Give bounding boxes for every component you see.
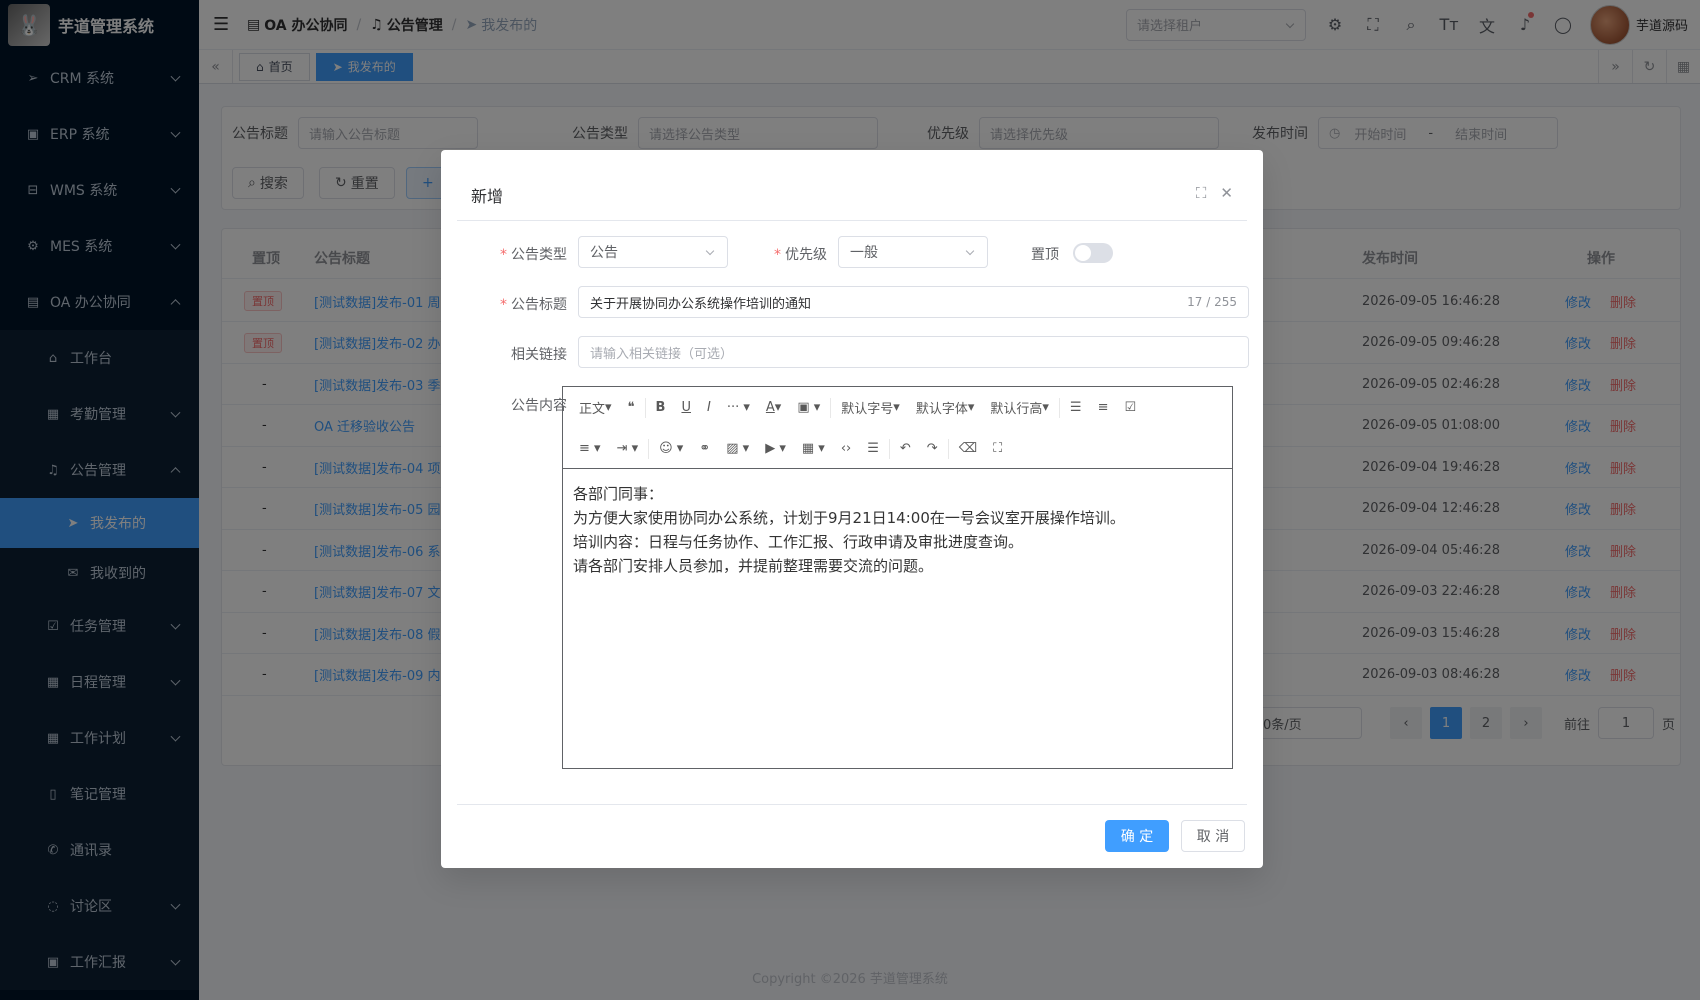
type-label: * 公告类型 (500, 247, 567, 263)
content-line: 为方便大家使用协同办公系统，计划于9月21日14:00在一号会议室开展操作培训。 (573, 509, 1125, 527)
toolbar-divider (888, 438, 890, 459)
emoji-icon[interactable]: ☺ ▾ (651, 441, 691, 456)
pin-switch[interactable] (1073, 243, 1113, 263)
font-color-icon[interactable]: A ▾ (758, 400, 789, 415)
italic-icon[interactable]: I (699, 400, 719, 415)
title-count: 17 / 255 (1187, 295, 1237, 309)
toolbar-row-2: ≡ ▾ ⇥ ▾ ☺ ▾ ⚭ ▨ ▾ ▶ ▾ ▦ ▾ ‹› ☰ ↶ ↷ ⌫ ⛶ (571, 428, 1224, 469)
content-line: 培训内容：日程与任务协作、工作汇报、行政申请及审批进度查询。 (573, 533, 1024, 551)
align-icon[interactable]: ≡ ▾ (571, 441, 609, 456)
toolbar-divider (644, 397, 646, 418)
dialog-title: 新增 (471, 187, 504, 206)
fullscreen-icon[interactable]: ⛶ (985, 441, 1010, 456)
chevron-down-icon (705, 246, 715, 256)
bullet-list-icon[interactable]: ☰ (1062, 400, 1090, 415)
background-color-icon[interactable]: ▣ ▾ (789, 400, 828, 415)
font-size-value: 默认字号 (841, 402, 894, 417)
content-label: 公告内容 (511, 398, 567, 414)
video-icon[interactable]: ▶ ▾ (757, 441, 794, 456)
todo-icon[interactable]: ☑ (1116, 400, 1144, 415)
editor-toolbar: 正文 ▾ ❝ B U I ··· ▾ A ▾ ▣ ▾ 默认字号 ▾ 默认字体 ▾ 默… (563, 387, 1232, 469)
heading-select[interactable]: 正文 ▾ (571, 398, 620, 417)
priority-label: * 优先级 (774, 247, 827, 263)
redo-icon[interactable]: ↷ (919, 441, 946, 456)
priority-value: 一般 (850, 245, 878, 261)
title-label: * 公告标题 (500, 297, 567, 313)
title-input[interactable]: 关于开展协同办公系统操作培训的通知 17 / 255 (578, 286, 1249, 318)
more-icon[interactable]: ··· ▾ (719, 400, 758, 415)
content-line: 请各部门安排人员参加，并提前整理需要交流的问题。 (573, 557, 934, 575)
maximize-icon[interactable]: ⛶ (1196, 184, 1207, 202)
font-family-value: 默认字体 (915, 402, 968, 417)
numbered-list-icon[interactable]: ≡ (1090, 400, 1117, 415)
bold-icon[interactable]: B (648, 400, 674, 415)
clear-format-icon[interactable]: ⌫ (951, 441, 985, 456)
heading-value: 正文 (579, 402, 606, 417)
type-select[interactable]: 公告 (578, 236, 728, 268)
chevron-down-icon (965, 246, 975, 256)
line-height-select[interactable]: 默认行高 ▾ (982, 398, 1057, 417)
link-placeholder: 请输入相关链接（可选） (590, 346, 734, 362)
code-icon[interactable]: ‹› (833, 441, 859, 456)
confirm-button[interactable]: 确 定 (1105, 820, 1169, 852)
pin-label: 置顶 (1031, 247, 1059, 263)
add-notice-dialog: 新增 ⛶ ✕ * 公告类型 公告 * 优先级 一般 置顶 * 公告标题 关于开展协同办… (441, 150, 1263, 868)
toolbar-divider (648, 438, 650, 459)
undo-icon[interactable]: ↶ (892, 441, 919, 456)
font-family-select[interactable]: 默认字体 ▾ (908, 398, 983, 417)
toolbar-divider (947, 438, 949, 459)
line-height-value: 默认行高 (990, 402, 1043, 417)
dialog-footer-divider (457, 804, 1247, 805)
indent-icon[interactable]: ⇥ ▾ (609, 441, 647, 456)
font-size-select[interactable]: 默认字号 ▾ (833, 398, 908, 417)
link-input[interactable]: 请输入相关链接（可选） (578, 336, 1249, 368)
editor-content[interactable]: 各部门同事： 为方便大家使用协同办公系统，计划于9月21日14:00在一号会议室… (563, 469, 1232, 591)
table-icon[interactable]: ▦ ▾ (794, 441, 833, 456)
link-icon[interactable]: ⚭ (691, 441, 718, 456)
title-value: 关于开展协同办公系统操作培训的通知 (590, 296, 812, 312)
priority-select[interactable]: 一般 (838, 236, 988, 268)
cancel-button[interactable]: 取 消 (1181, 820, 1245, 852)
link-label: 相关链接 (511, 347, 567, 363)
quote-icon[interactable]: ❝ (620, 400, 643, 415)
dialog-actions: ⛶ ✕ (1196, 184, 1233, 202)
switch-knob (1075, 245, 1091, 261)
rich-text-editor[interactable]: 正文 ▾ ❝ B U I ··· ▾ A ▾ ▣ ▾ 默认字号 ▾ 默认字体 ▾ 默… (562, 386, 1233, 769)
type-value: 公告 (590, 245, 618, 261)
toolbar-divider (830, 397, 832, 418)
image-icon[interactable]: ▨ ▾ (718, 441, 757, 456)
content-line: 各部门同事： (573, 485, 664, 503)
underline-icon[interactable]: U (673, 400, 699, 415)
divider-icon[interactable]: ☰ (859, 441, 887, 456)
toolbar-divider (1058, 397, 1060, 418)
toolbar-row-1: 正文 ▾ ❝ B U I ··· ▾ A ▾ ▣ ▾ 默认字号 ▾ 默认字体 ▾ 默… (571, 387, 1224, 428)
close-icon[interactable]: ✕ (1220, 184, 1233, 202)
